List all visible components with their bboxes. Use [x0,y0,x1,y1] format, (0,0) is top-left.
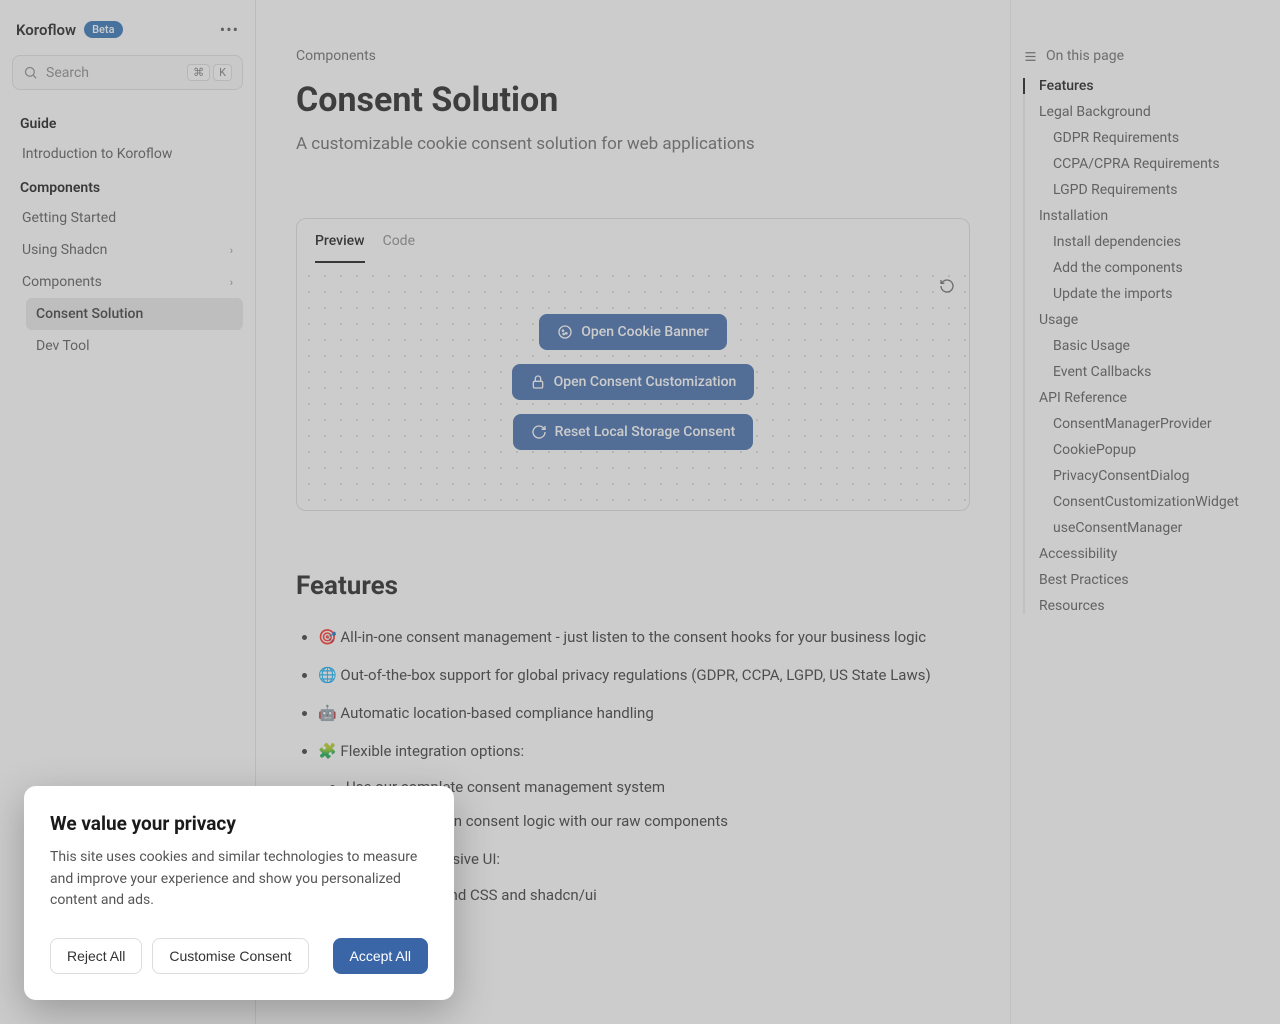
customise-consent-button[interactable]: Customise Consent [152,938,308,974]
modal-overlay[interactable]: We value your privacy This site uses coo… [0,0,1280,1024]
accept-all-button[interactable]: Accept All [333,938,428,974]
cookie-actions: Reject All Customise Consent Accept All [50,938,428,974]
cookie-body: This site uses cookies and similar techn… [50,847,428,912]
reject-all-button[interactable]: Reject All [50,938,142,974]
cookie-title: We value your privacy [50,812,428,835]
cookie-consent-popup: We value your privacy This site uses coo… [24,786,454,1000]
